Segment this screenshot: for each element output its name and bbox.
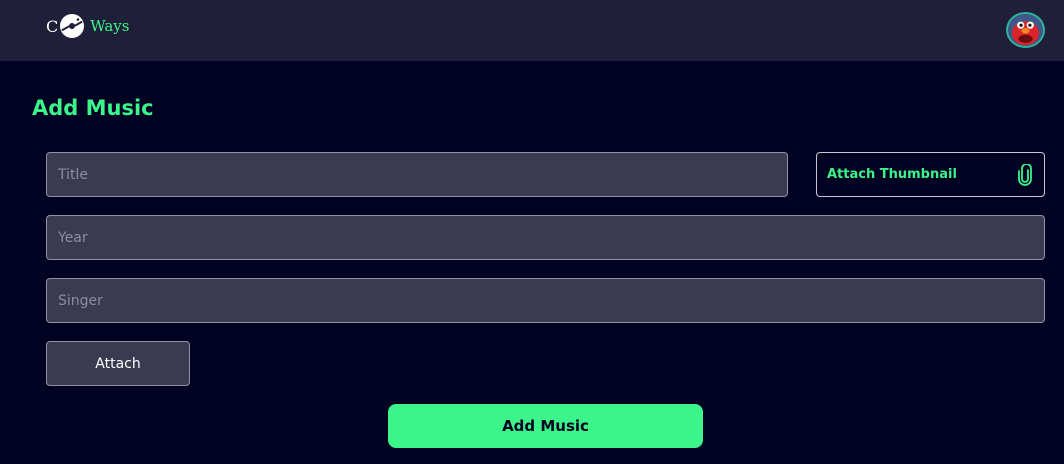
brand-letter: C: [46, 16, 59, 36]
attach-button[interactable]: Attach: [46, 341, 190, 386]
user-avatar[interactable]: [1006, 12, 1045, 48]
add-music-button-label: Add Music: [502, 417, 589, 435]
brand-logo[interactable]: C Ways: [46, 12, 129, 40]
attach-thumbnail-label: Attach Thumbnail: [827, 167, 957, 182]
attach-button-label: Attach: [95, 355, 141, 372]
page-title: Add Music: [32, 96, 154, 120]
brand-name: Ways: [90, 17, 130, 35]
attach-thumbnail-button[interactable]: Attach Thumbnail: [816, 152, 1045, 197]
add-music-button[interactable]: Add Music: [388, 404, 703, 448]
title-input[interactable]: [46, 152, 788, 197]
navbar: C Ways: [0, 0, 1064, 61]
singer-input[interactable]: [46, 278, 1045, 323]
year-input[interactable]: [46, 215, 1045, 260]
disc-icon: [60, 14, 85, 38]
paperclip-icon: [1018, 163, 1032, 186]
user-avatar-icon: [1009, 14, 1042, 46]
